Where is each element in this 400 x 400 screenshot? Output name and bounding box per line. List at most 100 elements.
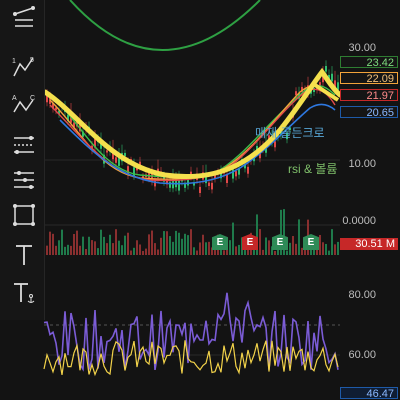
volume-bar xyxy=(166,231,168,255)
volume-bar xyxy=(232,222,234,255)
price-tag-green: 23.42 xyxy=(340,56,398,69)
volume-bar xyxy=(202,234,204,255)
volume-bar xyxy=(205,242,207,255)
volume-bar xyxy=(145,248,147,255)
volume-bar xyxy=(64,246,66,255)
trend-line-tool-icon[interactable] xyxy=(8,4,40,34)
envelope-arc xyxy=(69,0,261,51)
volume-bar xyxy=(172,241,174,255)
volume-bar xyxy=(190,229,192,255)
earnings-badge[interactable]: E xyxy=(303,234,319,250)
candle-body xyxy=(274,141,276,148)
volume-bar xyxy=(325,243,327,255)
svg-text:C: C xyxy=(30,95,35,102)
volume-bar xyxy=(337,241,339,255)
fib-retracement-icon[interactable] xyxy=(8,130,40,160)
volume-bar xyxy=(235,246,237,255)
rectangle-tool-icon[interactable] xyxy=(8,200,40,230)
volume-bar xyxy=(259,229,261,255)
volume-bar xyxy=(187,235,189,255)
volume-bar xyxy=(199,242,201,255)
volume-bar xyxy=(124,235,126,255)
volume-bar xyxy=(181,238,183,255)
volume-bar xyxy=(85,249,87,255)
volume-bar xyxy=(289,242,291,255)
volume-bar xyxy=(322,242,324,255)
price-axis-30: 30.00 xyxy=(348,42,376,54)
volume-bar xyxy=(46,245,48,255)
rsi-volume-label: rsi & 볼륨 xyxy=(288,162,338,176)
volume-bar xyxy=(130,250,132,255)
rsi-purple-line xyxy=(43,292,339,372)
volume-bar xyxy=(151,230,153,255)
volume-bar xyxy=(127,232,129,255)
svg-text:5: 5 xyxy=(30,57,34,64)
volume-bar xyxy=(79,245,81,255)
volume-bar xyxy=(196,250,198,255)
volume-bar xyxy=(67,244,69,255)
pattern-tool-icon[interactable]: AC xyxy=(8,90,40,120)
volume-bar xyxy=(82,236,84,255)
volume-bar xyxy=(163,231,165,255)
volume-bar xyxy=(319,234,321,255)
volume-bar xyxy=(97,248,99,255)
candle-body xyxy=(208,182,210,186)
volume-bar xyxy=(136,240,138,255)
volume-bar xyxy=(292,236,294,255)
volume-bar xyxy=(94,241,96,255)
candle-body xyxy=(325,66,327,72)
volume-bar xyxy=(184,233,186,255)
candle-body xyxy=(235,171,237,177)
candle-body xyxy=(106,150,108,153)
volume-bar xyxy=(286,250,288,255)
elliott-wave-icon[interactable]: 15 xyxy=(8,52,40,82)
volume-bar xyxy=(115,229,117,255)
volume-bar xyxy=(169,236,171,255)
svg-text:1: 1 xyxy=(12,58,16,65)
volume-bar xyxy=(109,234,111,255)
candle-body xyxy=(331,73,333,82)
volume-bar xyxy=(55,245,57,255)
volume-bar xyxy=(142,250,144,255)
volume-bar xyxy=(100,229,102,255)
volume-bar xyxy=(76,230,78,255)
volume-bar xyxy=(88,236,90,255)
earnings-badge[interactable]: E xyxy=(272,234,288,250)
volume-bar xyxy=(262,249,264,255)
volume-bar xyxy=(49,231,51,255)
volume-bar xyxy=(106,243,108,255)
candle-body xyxy=(247,166,249,174)
volume-bar xyxy=(268,240,270,255)
volume-bar xyxy=(133,247,135,255)
earnings-badge[interactable]: E xyxy=(212,234,228,250)
text-tool-icon[interactable] xyxy=(8,240,40,270)
volume-bars xyxy=(46,209,339,255)
volume-bar xyxy=(154,243,156,255)
candle-body xyxy=(124,152,126,157)
price-tag-blue: 20.65 xyxy=(340,106,398,119)
volume-bar xyxy=(301,247,303,255)
volume-bar xyxy=(298,219,300,255)
volume-bar xyxy=(118,240,120,255)
volume-bar xyxy=(121,245,123,255)
svg-text:A: A xyxy=(12,95,17,102)
volume-bar xyxy=(103,236,105,255)
anchored-text-icon[interactable] xyxy=(8,278,40,308)
volume-bar xyxy=(112,243,114,255)
volume-bar xyxy=(175,230,177,255)
candle-body xyxy=(211,182,213,190)
volume-bar xyxy=(157,249,159,255)
fib-extension-icon[interactable] xyxy=(8,165,40,195)
price-tag-orange: 22.09 xyxy=(340,72,398,85)
volume-bar xyxy=(148,234,150,255)
earnings-badge[interactable]: E xyxy=(242,234,258,250)
volume-bar xyxy=(223,250,225,255)
candle-body xyxy=(115,157,117,163)
volume-bar xyxy=(52,233,54,255)
volume-bar xyxy=(208,241,210,255)
volume-bar xyxy=(58,240,60,255)
candle-body xyxy=(178,180,180,191)
volume-bar xyxy=(91,240,93,255)
volume-bar xyxy=(331,229,333,255)
volume-bar xyxy=(328,250,330,255)
